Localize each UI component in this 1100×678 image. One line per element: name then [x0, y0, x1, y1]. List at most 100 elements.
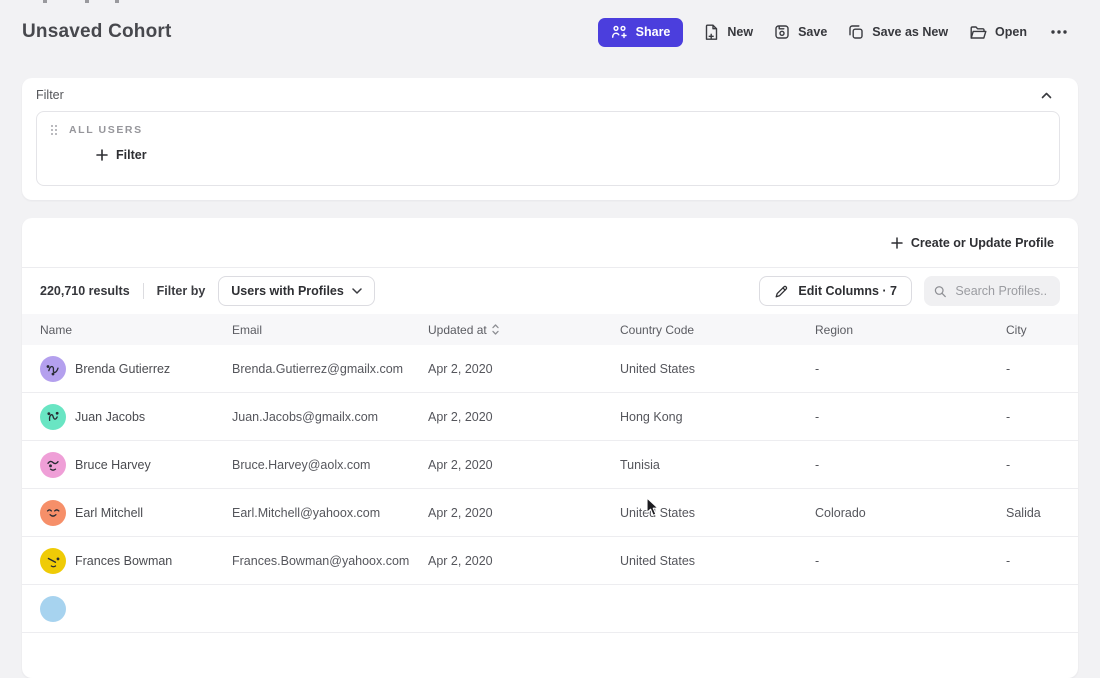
profile-updated: Apr 2, 2020 [428, 410, 620, 424]
filter-group: ALL USERS Filter [36, 111, 1060, 186]
profile-country: United States [620, 362, 815, 376]
profile-region: - [815, 458, 1006, 472]
share-button-label: Share [636, 25, 671, 39]
profile-name-cell: Frances Bowman [40, 548, 232, 574]
profile-country: Hong Kong [620, 410, 815, 424]
save-button[interactable]: Save [774, 24, 827, 40]
table-row[interactable]: Brenda Gutierrez Brenda.Gutierrez@gmailx… [22, 345, 1078, 393]
profile-region: - [815, 554, 1006, 568]
profile-city: Salida [1006, 506, 1078, 520]
profile-updated: Apr 2, 2020 [428, 458, 620, 472]
column-header-name: Name [40, 323, 232, 337]
profile-city: - [1006, 554, 1078, 568]
avatar [40, 452, 66, 478]
drag-handle-icon[interactable] [50, 124, 58, 136]
profile-email: Brenda.Gutierrez@gmailx.com [232, 362, 428, 376]
edit-columns-button[interactable]: Edit Columns · 7 [759, 276, 912, 306]
column-header-country: Country Code [620, 323, 815, 337]
edit-columns-label: Edit Columns · 7 [798, 284, 897, 298]
chevron-down-icon [352, 288, 362, 294]
profile-name: Juan Jacobs [75, 410, 145, 424]
profile-type-dropdown-value: Users with Profiles [231, 284, 344, 298]
profile-email: Earl.Mitchell@yahoox.com [232, 506, 428, 520]
column-header-region: Region [815, 323, 1006, 337]
search-box [924, 276, 1060, 306]
add-filter-button[interactable]: Filter [96, 148, 147, 162]
table-row[interactable]: Earl Mitchell Earl.Mitchell@yahoox.com A… [22, 489, 1078, 537]
share-button[interactable]: Share [598, 18, 684, 47]
profile-name: Frances Bowman [75, 554, 172, 568]
profile-email: Frances.Bowman@yahoox.com [232, 554, 428, 568]
results-toolbar: 220,710 results Filter by Users with Pro… [22, 268, 1078, 314]
profiles-panel: Create or Update Profile 220,710 results… [22, 218, 1078, 678]
results-count: 220,710 results [40, 284, 130, 298]
profile-name: Earl Mitchell [75, 506, 143, 520]
table-header: Name Email Updated at Country Code Regio… [22, 314, 1078, 345]
filter-panel: Filter ALL USERS F [22, 78, 1078, 200]
profile-city: - [1006, 410, 1078, 424]
avatar-face-doodle [43, 359, 63, 379]
avatar [40, 596, 66, 622]
open-button[interactable]: Open [969, 25, 1027, 40]
profile-updated: Apr 2, 2020 [428, 554, 620, 568]
table-row[interactable] [22, 585, 1078, 633]
profile-name-cell: Brenda Gutierrez [40, 356, 232, 382]
pencil-icon [774, 284, 789, 299]
clipped-text-artifact [115, 0, 119, 3]
profile-email: Bruce.Harvey@aolx.com [232, 458, 428, 472]
avatar [40, 548, 66, 574]
profile-region: - [815, 410, 1006, 424]
column-header-email: Email [232, 323, 428, 337]
profile-updated: Apr 2, 2020 [428, 362, 620, 376]
save-as-new-button[interactable]: Save as New [848, 24, 948, 40]
profile-city: - [1006, 362, 1078, 376]
profile-city: - [1006, 458, 1078, 472]
page-title: Unsaved Cohort [22, 21, 172, 43]
avatar [40, 500, 66, 526]
profile-name-cell: Juan Jacobs [40, 404, 232, 430]
profile-country: United States [620, 554, 815, 568]
column-header-city: City [1006, 323, 1078, 337]
sort-icon [492, 324, 499, 335]
avatar-face-doodle [43, 407, 63, 427]
table-row[interactable]: Frances Bowman Frances.Bowman@yahoox.com… [22, 537, 1078, 585]
profile-name: Brenda Gutierrez [75, 362, 170, 376]
file-plus-icon [704, 24, 719, 41]
clipped-text-artifact [43, 0, 47, 3]
create-or-update-profile-button[interactable]: Create or Update Profile [891, 236, 1054, 250]
plus-icon [96, 149, 108, 161]
profile-type-dropdown[interactable]: Users with Profiles [218, 276, 375, 306]
copy-icon [848, 24, 864, 40]
collapse-filter-button[interactable] [1039, 90, 1054, 101]
search-profiles-input[interactable] [953, 283, 1050, 299]
save-as-new-button-label: Save as New [872, 25, 948, 39]
avatar [40, 404, 66, 430]
more-options-button[interactable] [1048, 25, 1070, 39]
share-users-icon [611, 25, 628, 40]
search-icon [934, 284, 946, 299]
divider [143, 283, 144, 299]
profile-region: Colorado [815, 506, 1006, 520]
profile-name-cell [40, 596, 232, 622]
plus-icon [891, 237, 903, 249]
profile-name-cell: Bruce Harvey [40, 452, 232, 478]
profile-name-cell: Earl Mitchell [40, 500, 232, 526]
profile-updated: Apr 2, 2020 [428, 506, 620, 520]
profile-country: United States [620, 506, 815, 520]
page-header: Unsaved Cohort Share New [22, 14, 1070, 50]
profile-email: Juan.Jacobs@gmailx.com [232, 410, 428, 424]
filter-by-label: Filter by [157, 284, 206, 298]
create-or-update-profile-label: Create or Update Profile [911, 236, 1054, 250]
filter-panel-label: Filter [36, 88, 64, 102]
save-icon [774, 24, 790, 40]
dots-menu-icon [1050, 29, 1068, 35]
column-header-updated-at[interactable]: Updated at [428, 323, 620, 337]
table-row[interactable]: Bruce Harvey Bruce.Harvey@aolx.com Apr 2… [22, 441, 1078, 489]
profile-region: - [815, 362, 1006, 376]
new-button[interactable]: New [704, 24, 753, 41]
table-row[interactable]: Juan Jacobs Juan.Jacobs@gmailx.com Apr 2… [22, 393, 1078, 441]
column-header-updated-at-label: Updated at [428, 323, 487, 337]
avatar-face-doodle [43, 455, 63, 475]
profile-country: Tunisia [620, 458, 815, 472]
clipped-text-artifact [85, 0, 89, 3]
